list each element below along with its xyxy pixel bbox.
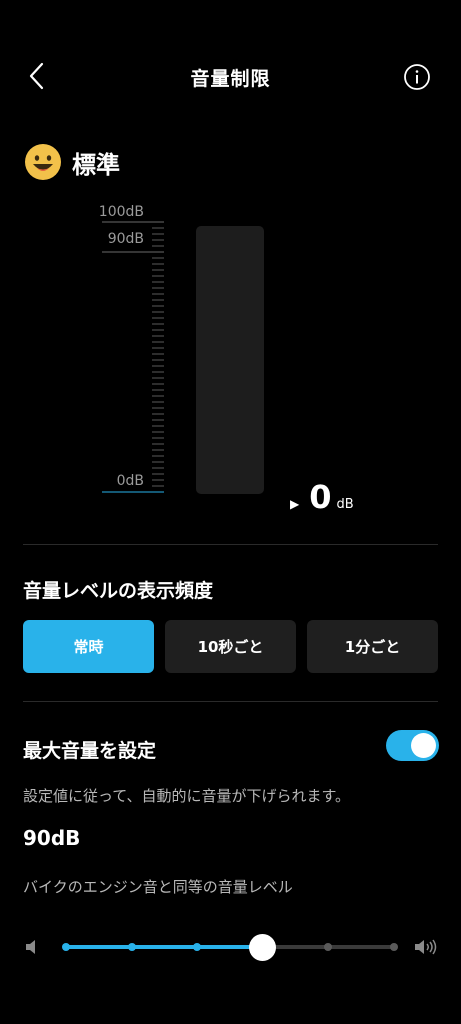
max-volume-title: 最大音量を設定 (23, 740, 157, 762)
frequency-option-always[interactable]: 常時 (23, 620, 154, 673)
frequency-option-1min[interactable]: 1分ごと (307, 620, 438, 673)
slider-step-dot (193, 943, 202, 951)
current-level-value: 0 (309, 478, 332, 516)
divider (23, 544, 438, 545)
page-title: 音量制限 (190, 68, 271, 90)
frequency-option-10sec[interactable]: 10秒ごと (165, 620, 296, 673)
meter-bar (196, 226, 264, 494)
mode-label: 標準 (72, 151, 120, 179)
max-volume-caption: バイクのエンジン音と同等の音量レベル (23, 878, 293, 896)
max-volume-toggle[interactable] (386, 730, 439, 761)
meter-scale (102, 221, 164, 493)
info-icon[interactable] (402, 62, 432, 92)
max-volume-value: 90dB (23, 826, 81, 850)
divider (23, 701, 438, 702)
volume-slider-fill (66, 945, 263, 949)
pointer-arrow-icon: ▶ (290, 497, 300, 511)
slider-step-dot (324, 943, 333, 951)
max-volume-description: 設定値に従って、自動的に音量が下げられます。 (23, 787, 351, 805)
frequency-title: 音量レベルの表示頻度 (23, 580, 214, 602)
toggle-knob (411, 733, 436, 758)
scale-label-100: 100dB (98, 204, 144, 220)
volume-low-icon (26, 940, 35, 954)
current-level-unit: dB (336, 497, 354, 512)
slider-step-dot (390, 943, 398, 951)
current-level-readout: ▶ 0 dB (290, 478, 354, 516)
volume-slider-thumb[interactable] (249, 934, 277, 961)
slider-step-dot (62, 943, 70, 951)
slider-step-dot (127, 943, 136, 951)
grinning-face-icon (25, 144, 61, 180)
volume-high-icon (415, 939, 437, 955)
